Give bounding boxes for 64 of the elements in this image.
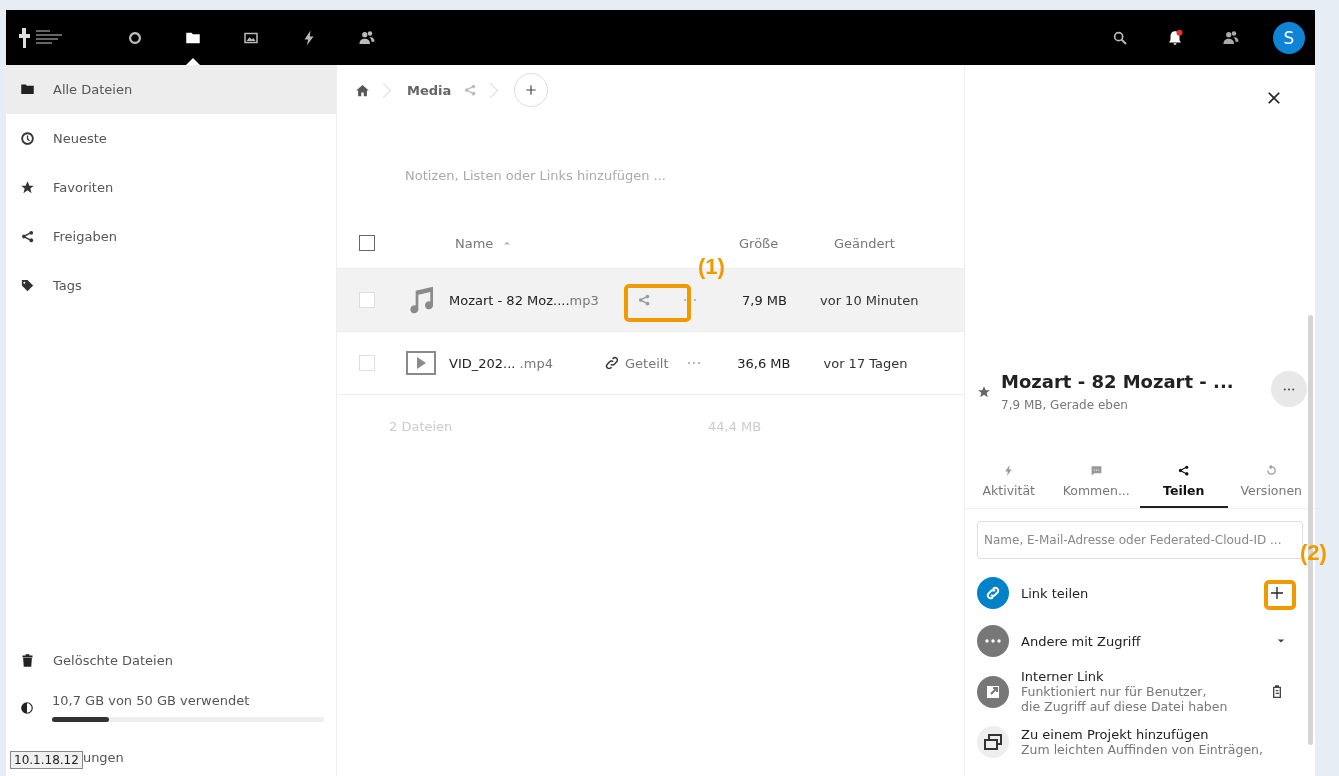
share-icon[interactable] bbox=[637, 293, 651, 307]
plus-icon bbox=[524, 83, 539, 97]
column-header[interactable]: Geändert bbox=[834, 235, 964, 251]
tab[interactable]: Aktivität bbox=[965, 462, 1053, 508]
windows-icon bbox=[977, 726, 1009, 758]
share-title: Andere mit Zugriff bbox=[1021, 633, 1142, 649]
more-avatar-icon bbox=[977, 625, 1009, 657]
sidebar-item[interactable]: Tags bbox=[6, 261, 336, 310]
share-icon bbox=[1177, 464, 1191, 477]
home-icon[interactable] bbox=[355, 82, 370, 98]
quota-label: 10,7 GB von 50 GB verwendet bbox=[52, 693, 251, 708]
tab[interactable]: Versionen bbox=[1227, 462, 1315, 508]
link-icon bbox=[977, 577, 1009, 609]
plus-icon[interactable] bbox=[1269, 585, 1285, 601]
file-info: 7,9 MB, Gerade eben bbox=[1001, 398, 1129, 412]
file-size: 36,6 MB bbox=[736, 355, 791, 371]
select-all-checkbox[interactable] bbox=[359, 235, 375, 251]
share-description: Zum leichten Auffinden von Einträgen, bbox=[1021, 742, 1264, 757]
trash-icon bbox=[20, 653, 35, 668]
settings-link[interactable]: ungen bbox=[82, 749, 124, 765]
annotation-label: (2) bbox=[1300, 540, 1327, 566]
history-icon bbox=[1264, 464, 1278, 477]
share-title: Zu einem Projekt hinzufügen bbox=[1021, 727, 1210, 742]
file-name[interactable]: Mozart - 82 Moz....mp3 bbox=[449, 292, 609, 308]
tab[interactable]: Kommen... bbox=[1052, 462, 1140, 508]
more-icon bbox=[1283, 386, 1295, 392]
column-header[interactable]: Name bbox=[455, 235, 494, 251]
pie-icon bbox=[20, 700, 34, 715]
contacts-icon[interactable] bbox=[1222, 28, 1240, 47]
column-header[interactable]: Größe bbox=[739, 235, 834, 251]
row-checkbox[interactable] bbox=[359, 355, 375, 371]
breadcrumb-folder[interactable]: Media bbox=[407, 82, 452, 98]
bell-icon[interactable] bbox=[1166, 28, 1184, 47]
star-icon[interactable] bbox=[977, 384, 991, 399]
file-modified: vor 10 Minuten bbox=[820, 292, 919, 308]
external-link-icon bbox=[977, 675, 1009, 708]
comment-icon bbox=[1089, 464, 1103, 477]
tooltip: 10.1.18.12 bbox=[10, 751, 83, 769]
star-icon bbox=[20, 180, 35, 195]
close-icon[interactable] bbox=[1267, 91, 1281, 105]
tab[interactable]: Teilen bbox=[1140, 462, 1228, 508]
share-icon bbox=[20, 229, 35, 244]
user-avatar[interactable]: S bbox=[1273, 21, 1305, 54]
caret-icon[interactable] bbox=[1277, 637, 1285, 645]
sidebar-item[interactable]: Freigaben bbox=[6, 212, 336, 261]
link-icon bbox=[605, 356, 619, 370]
share-description: Funktioniert nur für Benutzer, die Zugriff auf diese Datei haben bbox=[1021, 684, 1229, 714]
share-title: Link teilen bbox=[1021, 585, 1090, 601]
sidebar-item[interactable]: Neueste bbox=[6, 114, 336, 163]
contacts-icon bbox=[358, 28, 376, 47]
trash-link[interactable]: Gelöschte Dateien bbox=[6, 636, 336, 685]
highlight-box bbox=[624, 284, 691, 322]
share-title: Interner Link bbox=[1021, 669, 1105, 684]
sidebar-item[interactable]: Alle Dateien bbox=[6, 65, 336, 114]
file-modified: vor 17 Tagen bbox=[823, 355, 908, 371]
tag-icon bbox=[20, 278, 35, 293]
sidebar-item[interactable]: Favoriten bbox=[6, 163, 336, 212]
folder-icon bbox=[20, 82, 35, 97]
file-size: 7,9 MB bbox=[741, 292, 787, 308]
search-icon[interactable] bbox=[1112, 29, 1128, 46]
row-checkbox[interactable] bbox=[359, 292, 375, 308]
highlight-box bbox=[1264, 580, 1296, 610]
file-title: Mozart - 82 Mozart - ... bbox=[1001, 371, 1235, 392]
clock-icon bbox=[20, 131, 35, 146]
